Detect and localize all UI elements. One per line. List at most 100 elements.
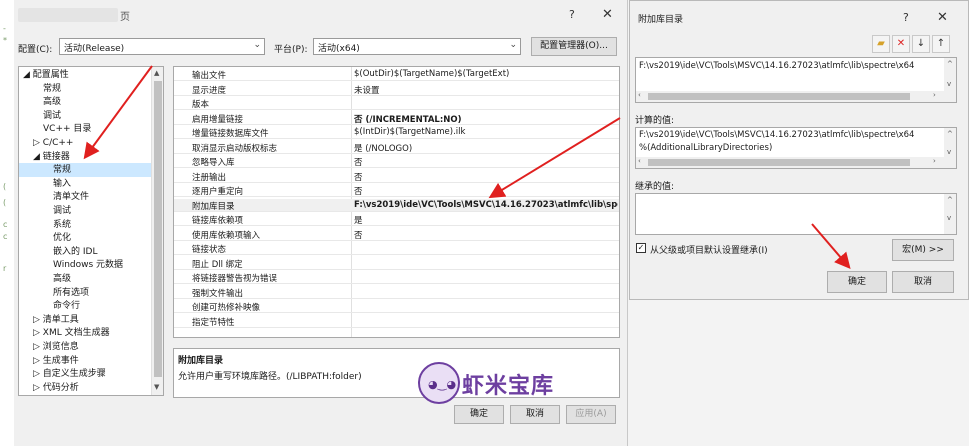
property-value[interactable]: 否 xyxy=(354,156,618,168)
tree-item[interactable]: ▷ 浏览信息 xyxy=(19,340,151,354)
scroll-down-icon[interactable]: v xyxy=(947,148,951,156)
property-value[interactable]: 否 xyxy=(354,171,618,183)
close-button[interactable]: ✕ xyxy=(602,7,613,22)
scroll-up-icon[interactable]: ^ xyxy=(947,196,953,204)
property-value[interactable]: 否 xyxy=(354,229,618,241)
property-row[interactable]: 链接状态 xyxy=(174,242,619,255)
tree-item[interactable]: 高级 xyxy=(19,95,151,109)
lib-ok-button[interactable]: 确定 xyxy=(827,271,887,293)
property-row[interactable]: 创建可热修补映像 xyxy=(174,300,619,313)
tree-item[interactable]: 所有选项 xyxy=(19,286,151,300)
property-value[interactable]: 否 xyxy=(354,185,618,197)
config-select[interactable]: 活动(Release) ⌄ xyxy=(59,38,265,55)
property-value[interactable]: 是 xyxy=(354,214,618,226)
property-row[interactable]: 链接库依赖项 是 xyxy=(174,213,619,226)
property-value[interactable]: $(OutDir)$(TargetName)$(TargetExt) xyxy=(354,69,618,79)
scroll-down-icon[interactable]: v xyxy=(947,80,951,88)
tree-item[interactable]: 嵌入的 IDL xyxy=(19,245,151,259)
tree-item[interactable]: ◢ 链接器 xyxy=(19,150,151,164)
platform-select[interactable]: 活动(x64) ⌄ xyxy=(313,38,521,55)
tree-item[interactable]: ◢ 配置属性 xyxy=(19,68,151,82)
tree-item[interactable]: VC++ 目录 xyxy=(19,122,151,136)
apply-button[interactable]: 应用(A) xyxy=(566,405,616,424)
tree-item[interactable]: ▷ XML 文档生成器 xyxy=(19,326,151,340)
property-tree[interactable]: ▲ ▼ ◢ 配置属性 常规 高级 调试 VC++ 目录 ▷ C/C++ ◢ 链接器 常规 输入清… xyxy=(18,66,164,396)
inherited-vscroll[interactable]: ^ v xyxy=(944,194,956,234)
scroll-down-icon[interactable]: v xyxy=(947,214,951,222)
property-row[interactable]: 使用库依赖项输入 否 xyxy=(174,228,619,241)
tree-item[interactable]: ▷ 自定义生成步骤 xyxy=(19,367,151,381)
new-folder-icon[interactable]: ▰ xyxy=(872,35,890,53)
scroll-thumb[interactable] xyxy=(648,93,910,100)
tree-item[interactable]: 优化 xyxy=(19,231,151,245)
scroll-right-icon[interactable]: › xyxy=(933,91,936,99)
property-row[interactable]: 注册输出 否 xyxy=(174,170,619,183)
inherit-checkbox[interactable]: ✓ xyxy=(636,243,646,253)
cancel-button[interactable]: 取消 xyxy=(510,405,560,424)
lib-close-button[interactable]: ✕ xyxy=(937,10,948,25)
directory-edit-box[interactable]: F:\vs2019\ide\VC\Tools\MSVC\14.16.27023\… xyxy=(635,57,957,103)
scroll-thumb[interactable] xyxy=(154,81,162,377)
scroll-left-icon[interactable]: ‹ xyxy=(638,157,641,165)
property-row[interactable]: 忽略导入库 否 xyxy=(174,155,619,168)
tree-item[interactable]: ▷ 清单工具 xyxy=(19,313,151,327)
macro-button[interactable]: 宏(M) >> xyxy=(892,239,954,261)
tree-scrollbar[interactable]: ▲ ▼ xyxy=(151,67,163,395)
scroll-up-icon[interactable]: ^ xyxy=(947,60,953,68)
property-row[interactable]: 显示进度 未设置 xyxy=(174,83,619,96)
property-row[interactable]: 版本 xyxy=(174,97,619,110)
edit-hscroll[interactable]: ‹ › xyxy=(636,91,944,102)
tree-item[interactable]: 常规 xyxy=(19,82,151,96)
directory-entry[interactable]: F:\vs2019\ide\VC\Tools\MSVC\14.16.27023\… xyxy=(639,61,914,71)
tree-item[interactable]: 高级 xyxy=(19,272,151,286)
property-name: 注册输出 xyxy=(192,172,227,183)
property-value[interactable]: F:\vs2019\ide\VC\Tools\MSVC\14.16.27023\… xyxy=(354,200,618,210)
help-button[interactable]: ? xyxy=(569,8,575,21)
lib-help-button[interactable]: ? xyxy=(903,11,909,24)
scroll-thumb[interactable] xyxy=(648,159,910,166)
tree-item[interactable]: 调试 xyxy=(19,204,151,218)
move-up-icon[interactable]: ↑ xyxy=(932,35,950,53)
scroll-left-icon[interactable]: ‹ xyxy=(638,91,641,99)
inherit-checkbox-label[interactable]: 从父级或项目默认设置继承(I) xyxy=(650,243,768,256)
scroll-up-icon[interactable]: ▲ xyxy=(154,69,159,77)
move-down-icon[interactable]: ↓ xyxy=(912,35,930,53)
property-row[interactable]: 阻止 Dll 绑定 xyxy=(174,257,619,270)
tree-item[interactable]: ▷ 代码分析 xyxy=(19,381,151,395)
property-grid[interactable]: 输出文件 $(OutDir)$(TargetName)$(TargetExt) 显示… xyxy=(173,66,620,338)
property-row[interactable]: 指定节特性 xyxy=(174,315,619,328)
delete-icon[interactable]: ✕ xyxy=(892,35,910,53)
tree-item[interactable]: 命令行 xyxy=(19,299,151,313)
tree-item-label: ▷ 清单工具 xyxy=(33,314,79,325)
property-row[interactable]: 取消显示启动版权标志 是 (/NOLOGO) xyxy=(174,141,619,154)
property-row[interactable]: 逐用户重定向 否 xyxy=(174,184,619,197)
property-value[interactable]: 是 (/NOLOGO) xyxy=(354,142,618,154)
scroll-right-icon[interactable]: › xyxy=(933,157,936,165)
property-row[interactable]: 增量链接数据库文件 $(IntDir)$(TargetName).ilk xyxy=(174,126,619,139)
code-editor-strip: - * ( ( c c r xyxy=(0,0,14,446)
property-value[interactable]: 未设置 xyxy=(354,84,618,96)
computed-vscroll[interactable]: ^ v xyxy=(944,128,956,168)
edit-vscroll[interactable]: ^ v xyxy=(944,58,956,102)
property-row[interactable]: 附加库目录 F:\vs2019\ide\VC\Tools\MSVC\14.16.2… xyxy=(174,198,619,212)
scroll-up-icon[interactable]: ^ xyxy=(947,130,953,138)
property-row[interactable]: 将链接器警告视为错误 xyxy=(174,271,619,284)
property-value[interactable]: 否 (/INCREMENTAL:NO) xyxy=(354,113,618,125)
tree-item[interactable]: ▷ 生成事件 xyxy=(19,354,151,368)
property-value[interactable]: $(IntDir)$(TargetName).ilk xyxy=(354,127,618,137)
tree-item[interactable]: 系统 xyxy=(19,218,151,232)
tree-item[interactable]: 常规 xyxy=(19,163,151,178)
computed-hscroll[interactable]: ‹ › xyxy=(636,157,944,168)
property-row[interactable]: 强制文件输出 xyxy=(174,286,619,299)
tree-item[interactable]: 清单文件 xyxy=(19,190,151,204)
tree-item[interactable]: 调试 xyxy=(19,109,151,123)
scroll-down-icon[interactable]: ▼ xyxy=(154,383,159,391)
tree-item[interactable]: Windows 元数据 xyxy=(19,258,151,272)
config-manager-button[interactable]: 配置管理器(O)... xyxy=(531,37,617,56)
property-row[interactable]: 输出文件 $(OutDir)$(TargetName)$(TargetExt) xyxy=(174,68,619,81)
ok-button[interactable]: 确定 xyxy=(454,405,504,424)
lib-cancel-button[interactable]: 取消 xyxy=(892,271,954,293)
tree-item[interactable]: 输入 xyxy=(19,177,151,191)
property-row[interactable]: 启用增量链接 否 (/INCREMENTAL:NO) xyxy=(174,112,619,125)
tree-item[interactable]: ▷ C/C++ xyxy=(19,136,151,150)
